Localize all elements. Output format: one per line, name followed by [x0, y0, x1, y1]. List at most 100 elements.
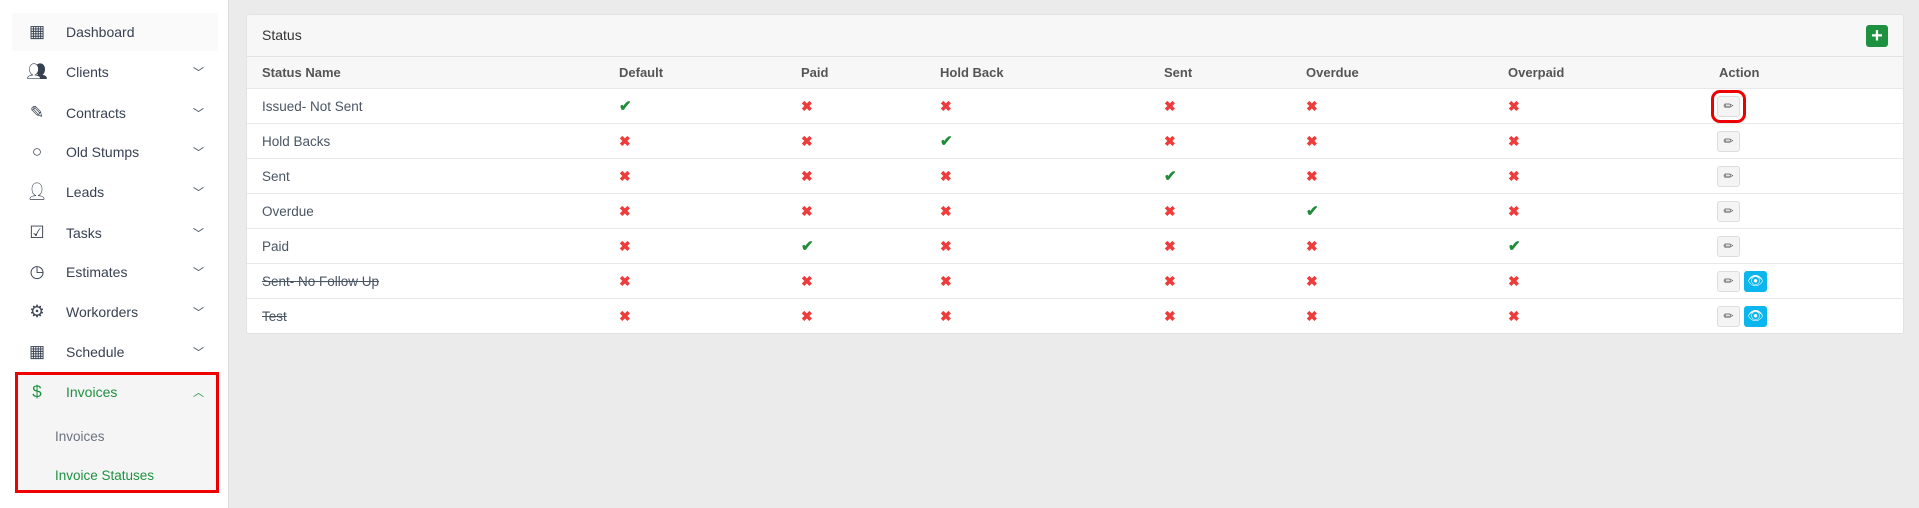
- sidebar-item-estimates[interactable]: ◷ Estimates ﹀: [12, 253, 218, 291]
- edit-button[interactable]: ✏: [1717, 235, 1740, 257]
- cross-icon: ✖: [1306, 97, 1318, 114]
- cross-icon: ✖: [1306, 132, 1318, 149]
- check-icon: ✔: [1306, 203, 1319, 220]
- cross-icon: ✖: [619, 237, 631, 254]
- sidebar-item-label: Dashboard: [66, 24, 135, 40]
- sidebar-item-label: Old Stumps: [66, 144, 140, 160]
- cross-icon: ✖: [619, 167, 631, 184]
- chevron-down-icon: ﹀: [193, 347, 204, 359]
- status-name: Sent- No Follow Up: [262, 273, 380, 289]
- chevron-down-icon: ﹀: [193, 67, 204, 79]
- sidebar-item-contracts[interactable]: ✎ Contracts ﹀: [12, 94, 218, 132]
- sidebar-item-leads[interactable]: 👤︎ Leads ﹀: [12, 173, 218, 211]
- cross-icon: ✖: [801, 167, 813, 184]
- cross-icon: ✖: [1164, 97, 1176, 114]
- view-button[interactable]: 👁︎: [1744, 270, 1767, 292]
- check-icon: ✔: [1164, 168, 1177, 185]
- edit-button[interactable]: ✏: [1717, 305, 1740, 327]
- cross-icon: ✖: [801, 132, 813, 149]
- sidebar-item-workorders[interactable]: ⚙ Workorders ﹀: [12, 293, 218, 331]
- check-icon: ✔: [801, 238, 814, 255]
- sidebar-item-label: Invoices: [66, 384, 118, 400]
- status-name: Paid: [262, 238, 290, 254]
- cross-icon: ✖: [619, 132, 631, 149]
- column-header: Paid: [801, 65, 829, 80]
- chevron-down-icon: ﹀: [193, 228, 204, 240]
- sidebar-item-tasks[interactable]: ☑ Tasks ﹀: [12, 214, 218, 252]
- cross-icon: ✖: [1508, 97, 1520, 114]
- cross-icon: ✖: [619, 272, 631, 289]
- grid-icon: ▦: [28, 22, 46, 41]
- column-header: Action: [1719, 65, 1760, 80]
- sidebar-subitem-invoice-statuses[interactable]: Invoice Statuses: [55, 468, 154, 483]
- cross-icon: ✖: [1164, 132, 1176, 149]
- table-row: Hold Backs ✖ ✖ ✔ ✖ ✖ ✖ ✏: [247, 124, 1903, 159]
- cross-icon: ✖: [619, 307, 631, 324]
- status-card: Status + Status Name Default Paid Hold Back…: [246, 14, 1904, 334]
- cross-icon: ✖: [1306, 167, 1318, 184]
- edit-button[interactable]: ✏: [1717, 200, 1740, 222]
- sidebar-item-clients[interactable]: 👥︎ Clients ﹀: [12, 53, 218, 91]
- table-row: Test ✖ ✖ ✖ ✖ ✖ ✖ ✏ 👁︎: [247, 299, 1903, 333]
- status-name: Sent: [262, 168, 290, 184]
- column-header: Hold Back: [940, 65, 1004, 80]
- card-header: Status +: [247, 15, 1903, 57]
- chevron-down-icon: ﹀: [193, 267, 204, 279]
- clock-icon: ◷: [29, 262, 45, 281]
- sidebar-item-label: Workorders: [66, 304, 139, 320]
- edit-button[interactable]: ✏: [1717, 165, 1740, 187]
- sidebar-item-label: Leads: [66, 184, 105, 200]
- table-row: Overdue ✖ ✖ ✖ ✖ ✔ ✖ ✏: [247, 194, 1903, 229]
- cross-icon: ✖: [1508, 307, 1520, 324]
- calendar-icon: ▦: [28, 342, 46, 361]
- cross-icon: ✖: [1508, 272, 1520, 289]
- cross-icon: ✖: [1164, 237, 1176, 254]
- sidebar-item-label: Tasks: [66, 225, 102, 241]
- table-row: Sent ✖ ✖ ✖ ✔ ✖ ✖ ✏: [247, 159, 1903, 194]
- chevron-down-icon: ﹀: [193, 147, 204, 159]
- edit-button[interactable]: ✏: [1711, 89, 1746, 123]
- table-row: Issued- Not Sent ✔ ✖ ✖ ✖ ✖ ✖ ✏: [247, 89, 1903, 124]
- sidebar-item-invoices[interactable]: $ Invoices ︿: [12, 373, 218, 411]
- sidebar-item-schedule[interactable]: ▦ Schedule ﹀: [12, 333, 218, 371]
- cross-icon: ✖: [1508, 132, 1520, 149]
- column-header: Sent: [1164, 65, 1193, 80]
- status-name: Overdue: [262, 203, 314, 219]
- add-status-button[interactable]: +: [1866, 25, 1888, 47]
- edit-button[interactable]: ✏: [1717, 270, 1740, 292]
- chevron-down-icon: ﹀: [193, 108, 204, 120]
- status-name: Issued- Not Sent: [262, 98, 363, 114]
- dollar-icon: $: [32, 382, 42, 401]
- sidebar-item-dashboard[interactable]: ▦ Dashboard: [12, 13, 218, 51]
- check-icon: ✔: [940, 133, 953, 150]
- cross-icon: ✖: [1164, 202, 1176, 219]
- cross-icon: ✖: [1508, 202, 1520, 219]
- users-icon: 👥︎: [26, 62, 48, 81]
- cross-icon: ✖: [940, 167, 952, 184]
- chevron-down-icon: ﹀: [193, 187, 204, 199]
- edit-button[interactable]: ✏: [1717, 130, 1740, 152]
- chevron-up-icon: ︿: [193, 387, 204, 399]
- column-header: Default: [619, 65, 664, 80]
- view-button[interactable]: 👁︎: [1744, 305, 1767, 327]
- cross-icon: ✖: [1306, 307, 1318, 324]
- sidebar-subitem-invoices[interactable]: Invoices: [55, 429, 105, 444]
- status-name: Test: [262, 308, 287, 324]
- sidebar-item-label: Clients: [66, 64, 109, 80]
- checkbox-icon: ☑: [29, 223, 45, 242]
- sidebar-item-old-stumps[interactable]: ○ Old Stumps ﹀: [12, 133, 218, 171]
- cross-icon: ✖: [940, 307, 952, 324]
- cross-icon: ✖: [1164, 307, 1176, 324]
- gear-icon: ⚙: [29, 302, 45, 321]
- cross-icon: ✖: [1508, 167, 1520, 184]
- cross-icon: ✖: [1164, 272, 1176, 289]
- column-header: Overdue: [1306, 65, 1359, 80]
- table-row: Paid ✖ ✔ ✖ ✖ ✖ ✔ ✏: [247, 229, 1903, 264]
- cross-icon: ✖: [1306, 272, 1318, 289]
- cross-icon: ✖: [940, 237, 952, 254]
- cross-icon: ✖: [801, 97, 813, 114]
- column-header: Overpaid: [1508, 65, 1565, 80]
- sidebar-item-label: Contracts: [66, 105, 126, 121]
- cross-icon: ✖: [940, 97, 952, 114]
- user-plus-icon: 👤︎: [26, 182, 48, 201]
